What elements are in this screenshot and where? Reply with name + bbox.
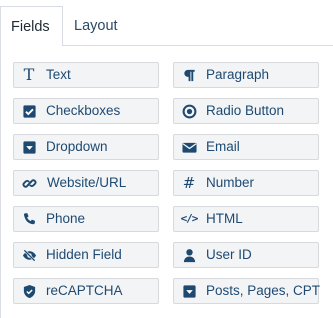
fields-panel: T Text Paragraph Checkboxes Radio Button… — [0, 46, 333, 318]
field-label: Dropdown — [46, 139, 108, 154]
field-label: Paragraph — [206, 67, 270, 82]
field-button-hidden[interactable]: Hidden Field — [13, 242, 159, 268]
field-button-checkboxes[interactable]: Checkboxes — [13, 98, 159, 124]
phone-icon — [21, 211, 37, 227]
field-button-posts-pages-cpt[interactable]: Posts, Pages, CPT — [173, 278, 321, 304]
field-button-text[interactable]: T Text — [13, 62, 159, 88]
field-label: Email — [206, 139, 240, 154]
field-label: Posts, Pages, CPT — [206, 283, 321, 298]
field-button-paragraph[interactable]: Paragraph — [173, 62, 319, 88]
field-button-radio[interactable]: Radio Button — [173, 98, 319, 124]
field-button-recaptcha[interactable]: reCAPTCHA — [13, 278, 159, 304]
dropdown-icon — [21, 139, 37, 155]
tab-fields[interactable]: Fields — [0, 6, 63, 46]
field-label: Radio Button — [206, 103, 285, 118]
field-label: Website/URL — [47, 175, 127, 190]
field-button-website[interactable]: Website/URL — [13, 170, 159, 196]
field-button-number[interactable]: # Number — [173, 170, 319, 196]
checkbox-icon — [21, 103, 37, 119]
field-button-dropdown[interactable]: Dropdown — [13, 134, 159, 160]
field-label: HTML — [206, 211, 243, 226]
link-icon — [21, 175, 37, 191]
field-label: Hidden Field — [46, 247, 122, 262]
tab-layout[interactable]: Layout — [74, 6, 118, 46]
text-t-icon: T — [23, 65, 35, 84]
hash-icon: # — [182, 174, 196, 192]
eye-slash-icon — [21, 247, 37, 263]
field-label: Text — [46, 67, 71, 82]
dropdown-icon — [181, 283, 197, 299]
field-button-phone[interactable]: Phone — [13, 206, 159, 232]
field-label: Checkboxes — [46, 103, 121, 118]
user-icon — [181, 247, 197, 263]
envelope-icon — [181, 139, 197, 155]
field-label: User ID — [206, 247, 252, 262]
shield-icon — [21, 283, 37, 299]
field-label: reCAPTCHA — [46, 283, 123, 298]
field-button-user-id[interactable]: User ID — [173, 242, 319, 268]
radio-button-icon — [181, 103, 197, 119]
field-label: Number — [206, 175, 255, 190]
pilcrow-icon — [181, 67, 197, 83]
tab-bar: Fields Layout — [0, 0, 333, 46]
field-button-email[interactable]: Email — [173, 134, 319, 160]
field-label: Phone — [46, 211, 86, 226]
field-button-html[interactable]: </> HTML — [173, 206, 319, 232]
code-icon: </> — [180, 212, 199, 225]
